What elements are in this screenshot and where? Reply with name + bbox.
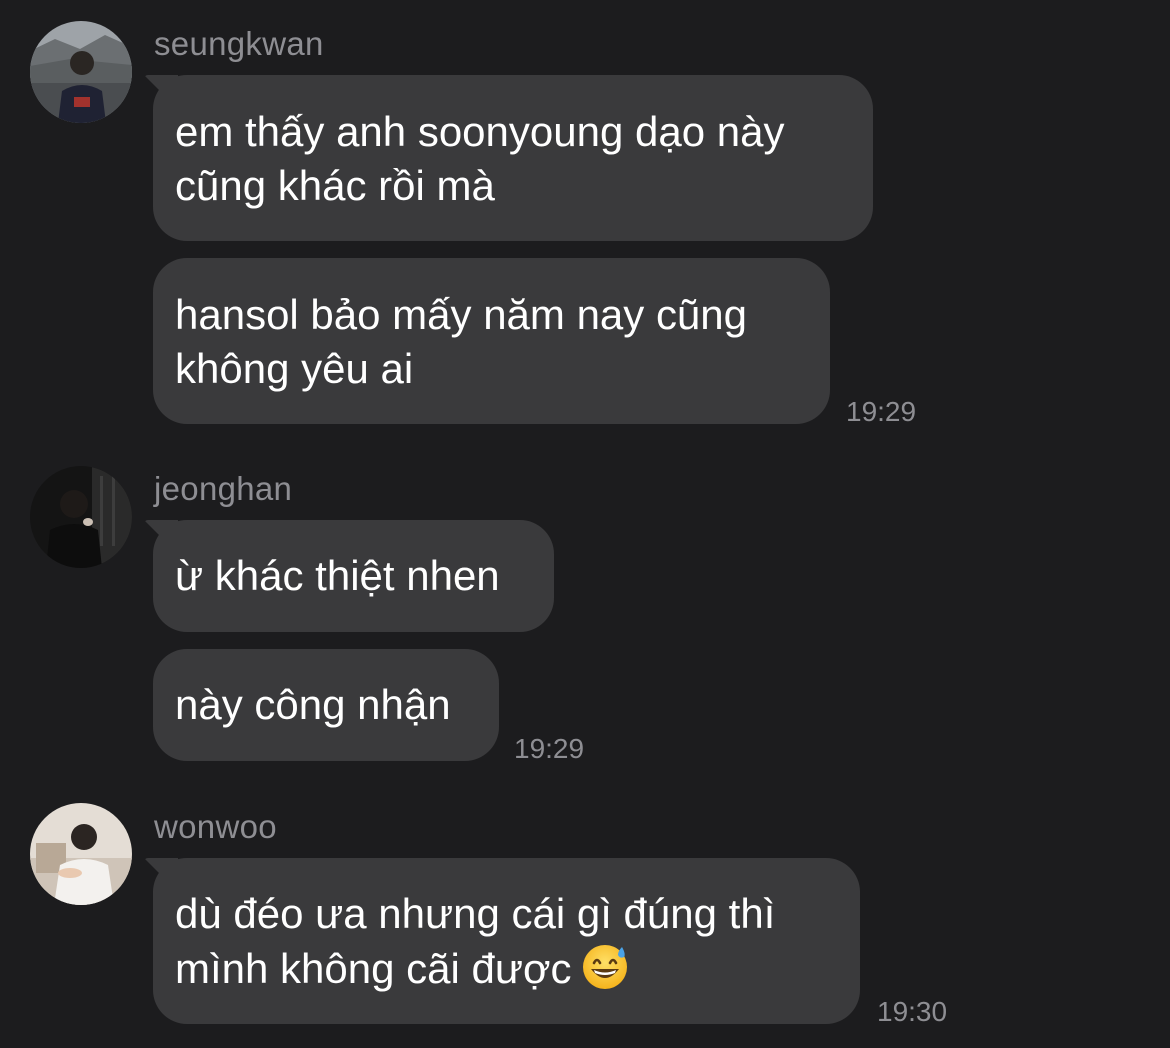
avatar-seungkwan[interactable] (30, 21, 132, 123)
avatar-photo (30, 21, 132, 123)
avatar-wonwoo[interactable] (30, 803, 132, 905)
message-bubble[interactable]: hansol bảo mấy năm nay cũng không yêu ai (153, 258, 830, 424)
message-line: không yêu ai (175, 345, 414, 392)
message-bubble[interactable]: này công nhận (153, 649, 499, 761)
avatar-photo (30, 466, 132, 568)
sender-name: seungkwan (154, 25, 324, 62)
message-bubble[interactable]: dù đéo ưa nhưng cái gì đúng thì mình khô… (153, 858, 860, 1024)
message-line: mình không cãi được (175, 945, 572, 992)
avatar-photo (30, 803, 132, 905)
message-line: em thấy anh soonyoung dạo này (175, 108, 785, 155)
message-line: dù đéo ưa nhưng cái gì đúng thì (175, 890, 776, 937)
avatar-jeonghan[interactable] (30, 466, 132, 568)
message-line: hansol bảo mấy năm nay cũng (175, 291, 748, 338)
message-line: cũng khác rồi mà (175, 162, 495, 209)
message-bubble[interactable]: em thấy anh soonyoung dạo này cũng khác … (153, 75, 873, 241)
sender-name: jeonghan (154, 470, 293, 507)
sender-name: wonwoo (154, 808, 277, 845)
message-line: ừ khác thiệt nhen (175, 552, 500, 599)
message-bubble[interactable]: ừ khác thiệt nhen (153, 520, 554, 632)
message-timestamp: 19:29 (846, 396, 917, 427)
message-line: này công nhận (175, 681, 451, 728)
message-timestamp: 19:30 (877, 996, 948, 1027)
message-timestamp: 19:29 (514, 733, 585, 764)
message-line-with-emoji: mình không cãi được (175, 941, 838, 996)
grinning-sweat-emoji (582, 945, 627, 989)
